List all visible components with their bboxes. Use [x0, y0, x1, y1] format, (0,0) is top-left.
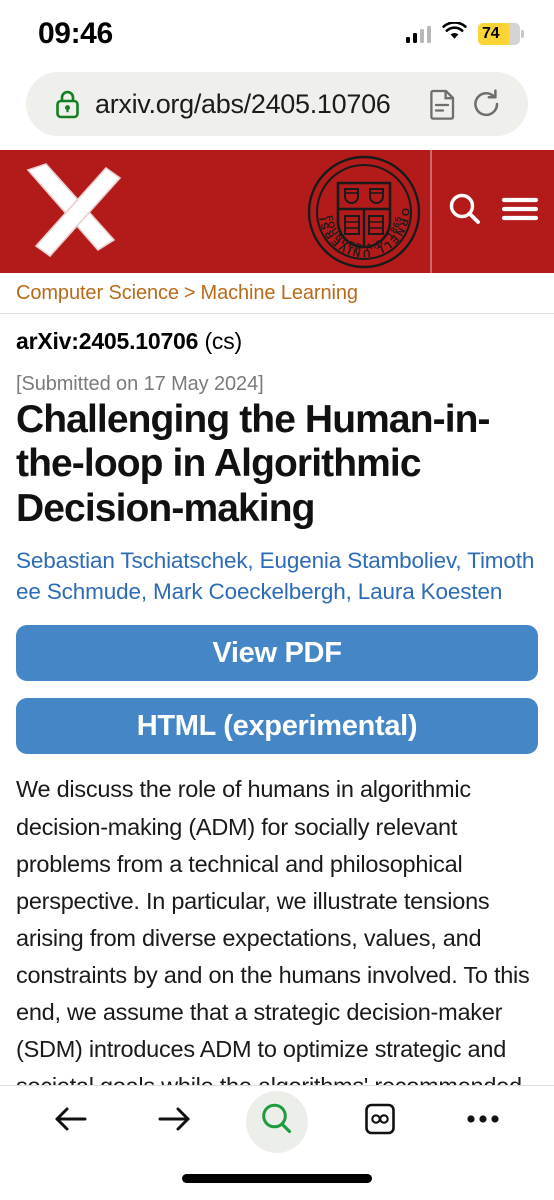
search-icon — [259, 1101, 295, 1142]
arxiv-identifier: arXiv:2405.10706 (cs) — [16, 314, 538, 373]
reader-view-icon[interactable] — [429, 88, 457, 120]
home-indicator-container — [0, 1157, 554, 1200]
battery-indicator: 74 — [478, 23, 524, 45]
submission-date: [Submitted on 17 May 2024] — [16, 373, 264, 395]
breadcrumb-secondary[interactable]: Machine Learning — [201, 282, 359, 305]
page-content: arXiv:2405.10706 (cs) [Submitted on 17 M… — [0, 314, 554, 1085]
breadcrumb: Computer Science > Machine Learning — [0, 273, 554, 314]
html-experimental-button[interactable]: HTML (experimental) — [16, 698, 538, 755]
arxiv-header-banner: CORNELL UNIVERSITY FOUNDED A.D. 1865 — [0, 150, 554, 273]
browser-toolbar — [0, 1085, 554, 1157]
infinity-tabs-icon — [364, 1102, 396, 1141]
view-pdf-button[interactable]: View PDF — [16, 625, 538, 682]
status-bar-clock: 09:46 — [38, 17, 113, 50]
url-text[interactable]: arxiv.org/abs/2405.10706 — [95, 89, 415, 120]
abstract-text: We discuss the role of humans in algorit… — [16, 776, 530, 1085]
status-bar-indicators: 74 — [405, 21, 524, 46]
battery-percent-label: 74 — [482, 25, 500, 42]
address-bar-container: arxiv.org/abs/2405.10706 — [0, 68, 554, 150]
page-title: Challenging the Human-in-the-loop in Alg… — [16, 398, 491, 530]
reload-icon[interactable] — [471, 88, 502, 120]
more-options-icon — [465, 1112, 501, 1131]
cornell-university-seal-icon[interactable]: CORNELL UNIVERSITY FOUNDED A.D. 1865 — [298, 150, 430, 273]
author-list[interactable]: Sebastian Tschiatschek, Eugenia Stamboli… — [16, 545, 538, 607]
arxiv-identifier-category: (cs) — [204, 328, 242, 354]
forward-button[interactable] — [143, 1091, 205, 1153]
wifi-icon — [442, 21, 467, 46]
breadcrumb-separator: > — [183, 281, 196, 304]
browser-window: 09:46 74 arxiv.org/abs/2405.10706 ORNELL… — [0, 0, 554, 1200]
back-button[interactable] — [40, 1091, 102, 1153]
arxiv-logo-icon[interactable] — [0, 150, 150, 273]
search-button[interactable] — [246, 1090, 308, 1153]
search-icon[interactable] — [447, 191, 483, 232]
lock-icon — [54, 89, 81, 119]
forward-arrow-icon — [156, 1104, 192, 1139]
cellular-signal-icon — [405, 25, 431, 43]
home-indicator[interactable] — [182, 1174, 372, 1183]
address-bar[interactable]: arxiv.org/abs/2405.10706 — [26, 72, 528, 136]
more-options-button[interactable] — [452, 1091, 514, 1153]
status-bar: 09:46 74 — [0, 0, 554, 68]
breadcrumb-primary[interactable]: Computer Science — [16, 282, 179, 305]
tabs-button[interactable] — [349, 1091, 411, 1153]
arxiv-identifier-number[interactable]: arXiv:2405.10706 — [16, 328, 198, 354]
banner-action-group — [430, 150, 554, 273]
hamburger-menu-icon[interactable] — [501, 193, 539, 230]
back-arrow-icon — [53, 1104, 89, 1139]
